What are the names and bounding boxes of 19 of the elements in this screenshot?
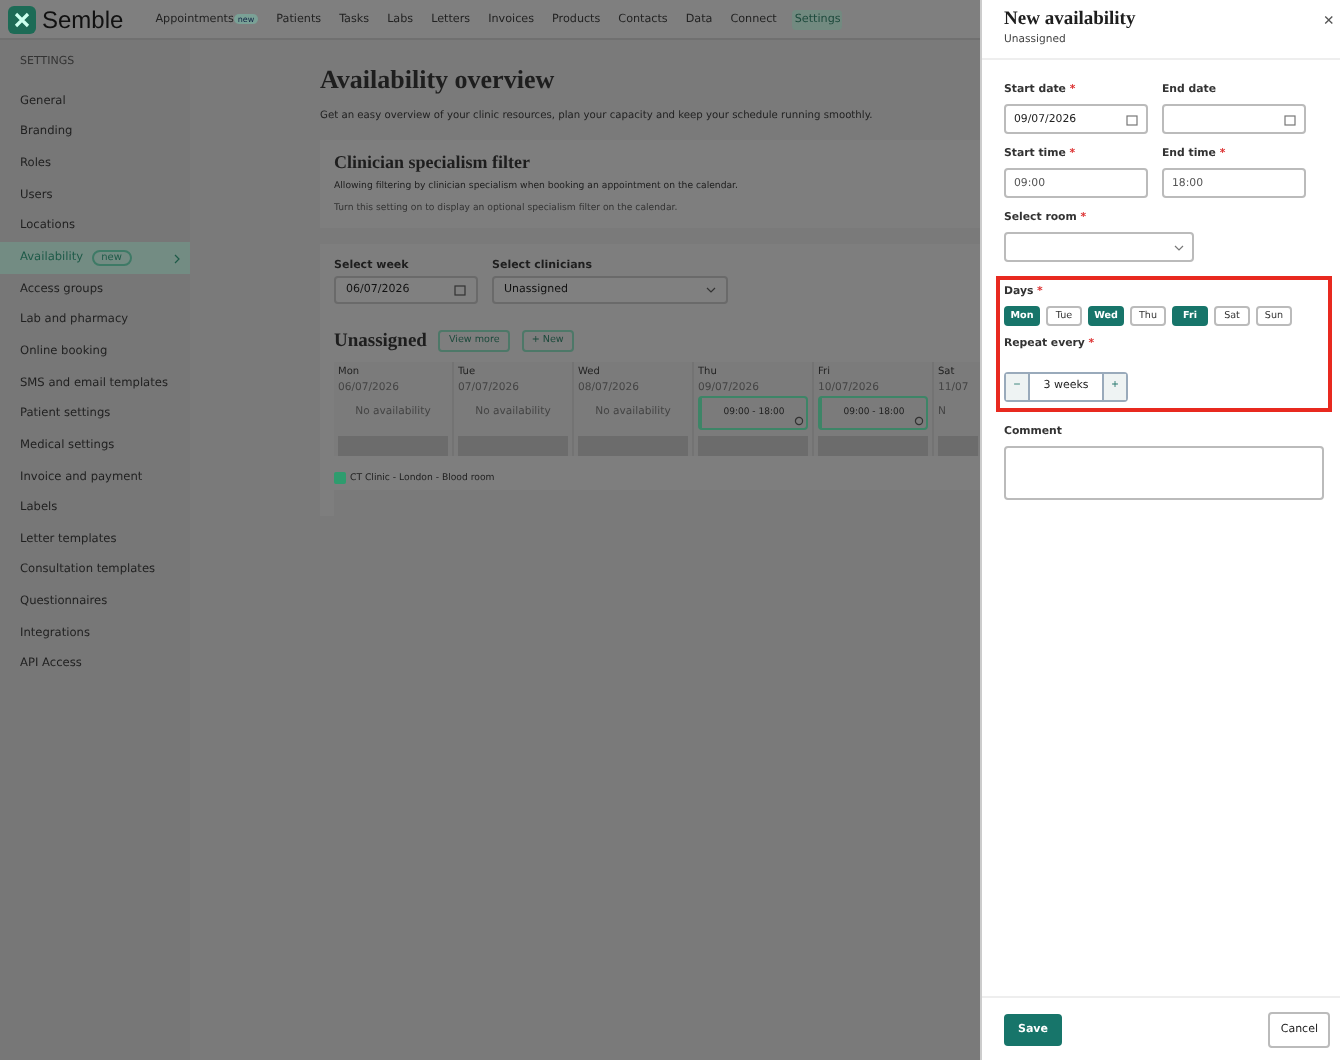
day-footer: [938, 436, 978, 456]
repeat-icon: [794, 416, 804, 426]
room-select[interactable]: [1004, 232, 1194, 262]
close-button[interactable]: ×: [1323, 10, 1334, 30]
repeat-icon: [914, 416, 924, 426]
page-title: Availability overview: [320, 64, 557, 96]
end-date-field[interactable]: [1162, 104, 1306, 134]
chevron-icon: [706, 286, 716, 294]
chevron-icon: [174, 253, 180, 264]
calendar-icon: [1126, 113, 1138, 125]
logo-icon: [8, 5, 36, 33]
chevron-icon: [1174, 243, 1184, 251]
calendar-icon: [454, 284, 466, 296]
calendar-icon: [1284, 113, 1296, 125]
logo-text: Semble: [42, 5, 124, 33]
section-title: Unassigned: [334, 331, 427, 351]
comment-field[interactable]: [1004, 445, 1324, 499]
drawer-title: New availability: [1004, 10, 1136, 30]
card-title: Clinician specialism filter: [334, 152, 532, 172]
